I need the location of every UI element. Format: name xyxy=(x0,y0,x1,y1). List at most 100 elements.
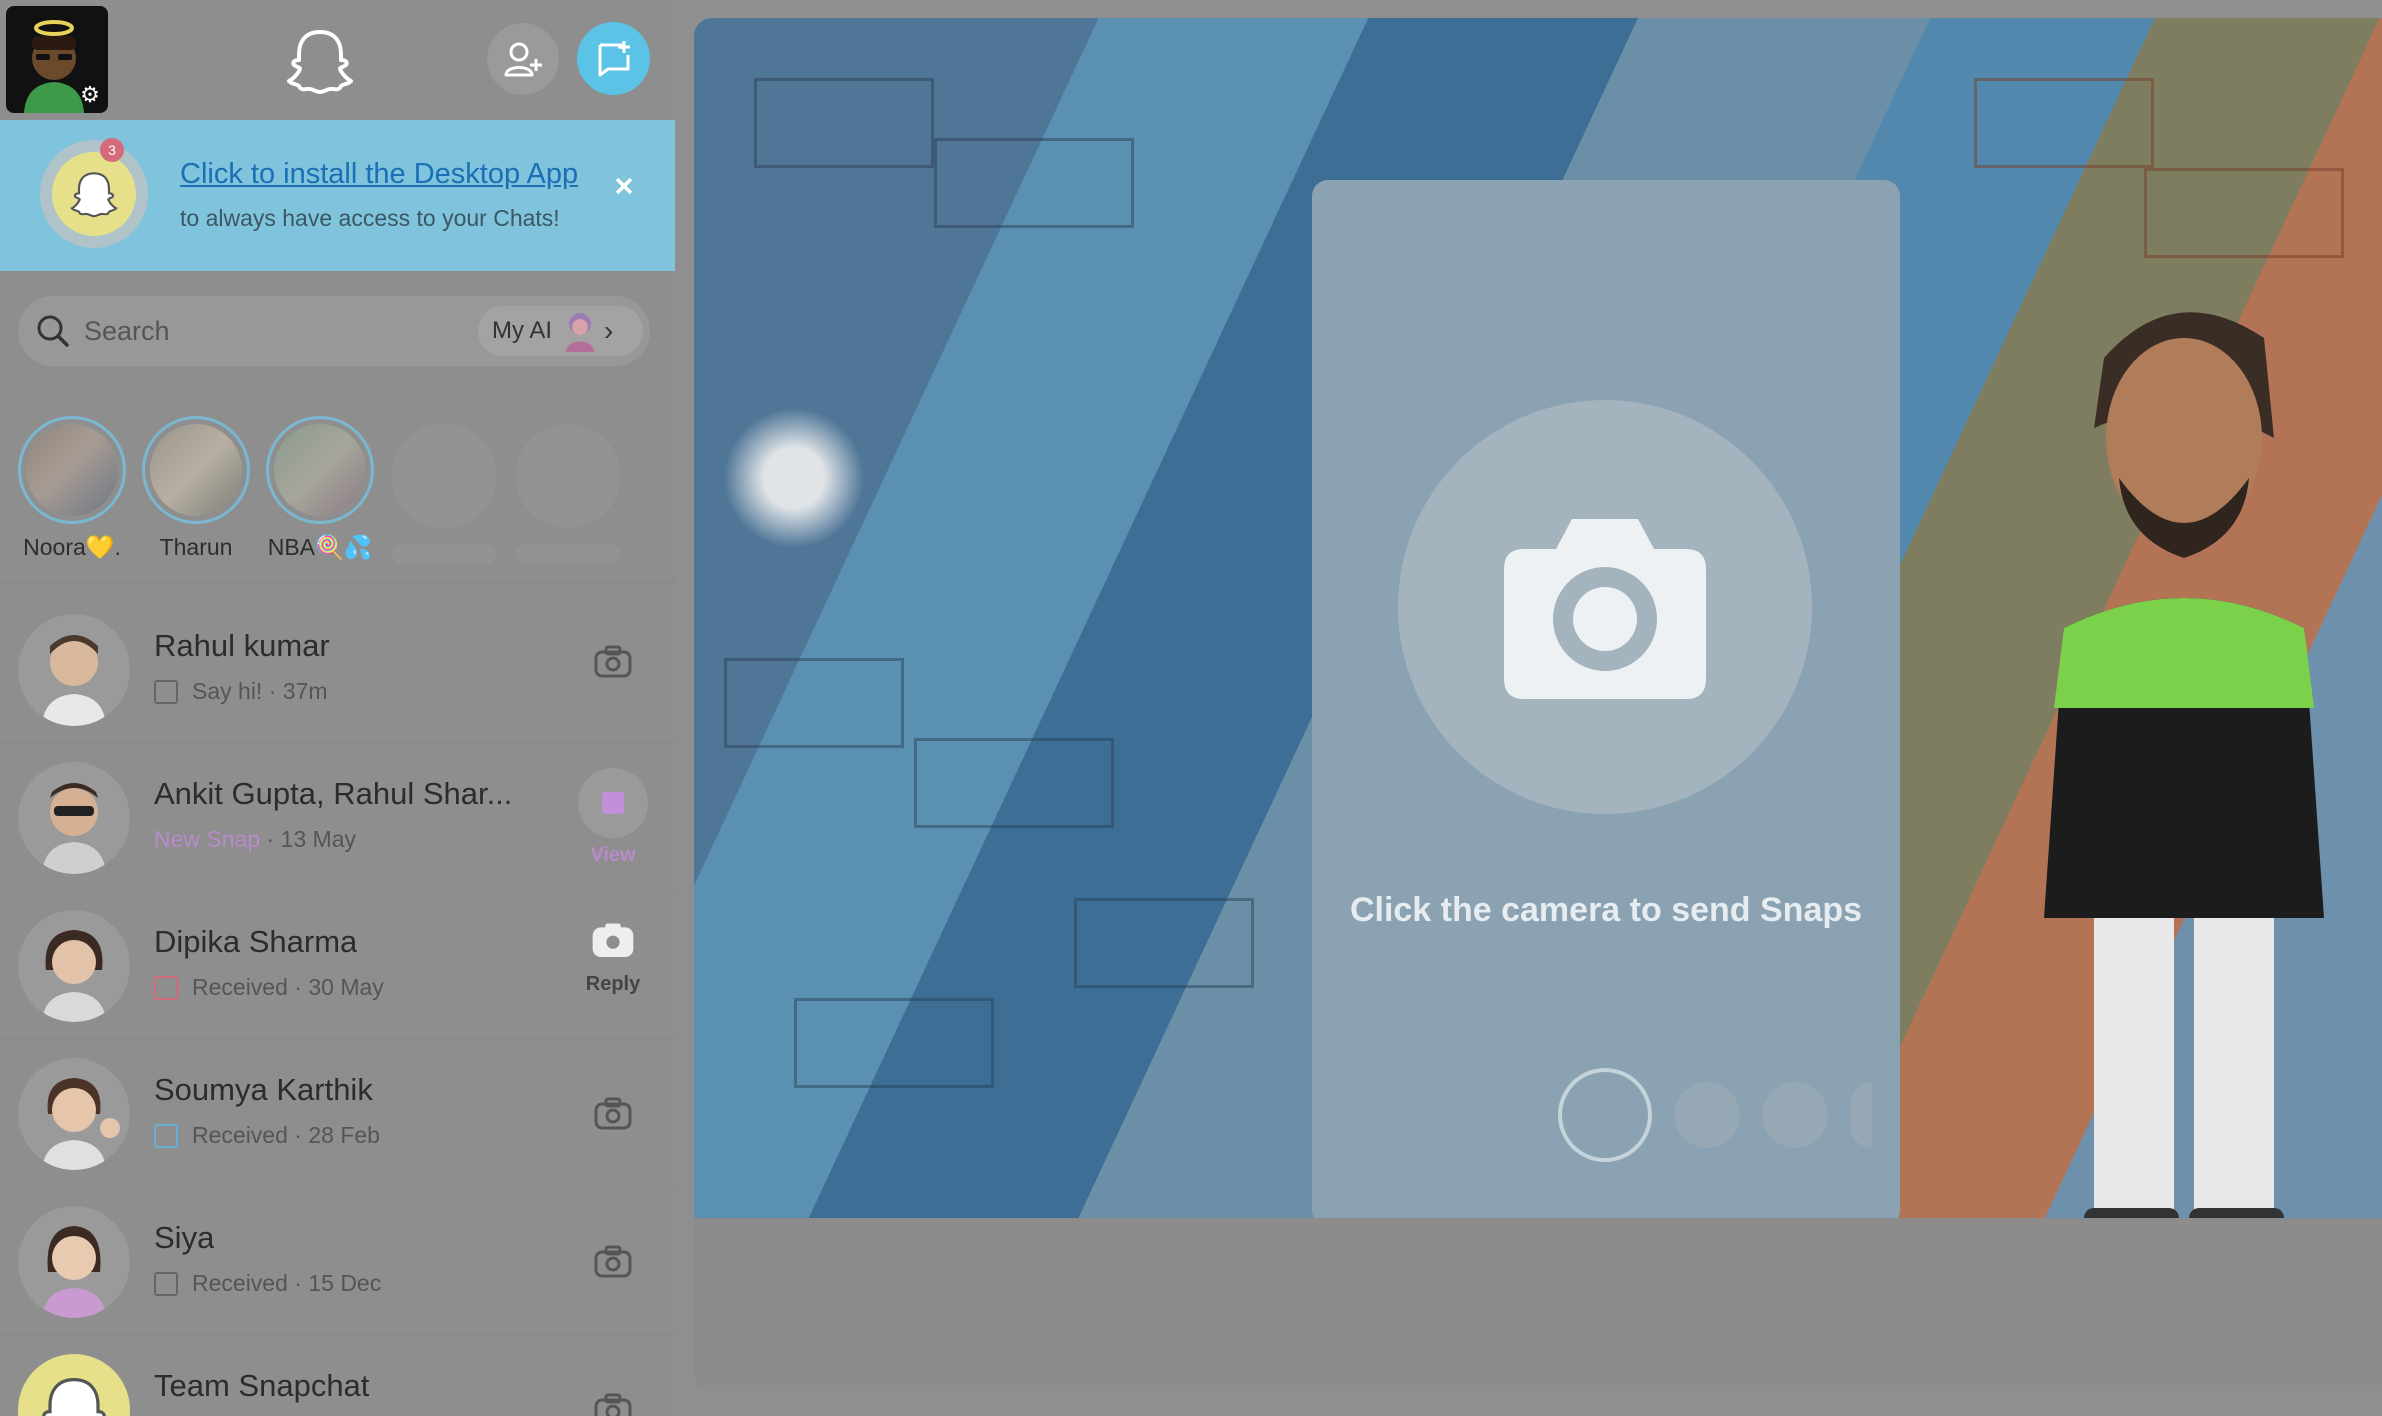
status-time: 30 May xyxy=(308,974,384,1000)
settings-gear-icon[interactable]: ⚙ xyxy=(78,83,102,107)
profile-avatar-button[interactable]: ⚙ xyxy=(6,6,108,113)
chat-name: Ankit Gupta, Rahul Shar... xyxy=(154,776,513,811)
chat-row[interactable]: Dipika Sharma Received · 30 May Reply xyxy=(0,892,675,1040)
reply-label: Reply xyxy=(585,973,641,995)
snapchat-ghost-icon[interactable] xyxy=(285,26,355,96)
my-ai-label: My AI xyxy=(492,317,553,344)
chat-name: Rahul kumar xyxy=(154,628,330,663)
avatar xyxy=(18,614,130,726)
status-text: New Snap xyxy=(154,826,261,852)
avatar xyxy=(18,762,130,874)
install-desktop-link[interactable]: Click to install the Desktop App xyxy=(180,158,578,191)
separator-dot: · xyxy=(287,1270,309,1296)
reply-button[interactable]: Reply xyxy=(575,918,651,996)
separator-dot: · xyxy=(260,826,281,852)
stories-row: Noora💛. Tharun NBA🍭💦 xyxy=(0,398,675,583)
chat-row[interactable]: Siya Received · 15 Dec xyxy=(0,1188,675,1336)
story-name: Tharun xyxy=(159,534,233,560)
chat-name: Siya xyxy=(154,1220,215,1255)
chat-status: Received · 28 Feb xyxy=(154,1122,380,1149)
camera-icon xyxy=(594,1097,632,1130)
chat-status: New Snap · 13 May xyxy=(154,826,356,853)
floor-area xyxy=(694,1218,2382,1391)
separator-dot: · xyxy=(287,1122,309,1148)
camera-hint-text: Click the camera to send Snaps xyxy=(1349,891,1863,929)
chat-status: Received · 15 Dec xyxy=(154,1270,381,1297)
received-snap-icon xyxy=(154,975,178,1000)
camera-reply-button[interactable] xyxy=(575,642,651,687)
chat-name: Soumya Karthik xyxy=(154,1072,373,1107)
lens-item[interactable] xyxy=(1762,1082,1828,1148)
chevron-right-icon: › xyxy=(604,315,614,346)
chat-row[interactable]: Rahul kumar Say hi! · 37m xyxy=(0,596,675,744)
chat-row[interactable]: Ankit Gupta, Rahul Shar... New Snap · 13… xyxy=(0,744,675,892)
camera-icon xyxy=(594,645,632,678)
capture-button[interactable] xyxy=(1398,400,1812,814)
chat-status: Say hi! · 37m xyxy=(154,678,328,705)
chat-status: Received · 30 May xyxy=(154,974,384,1001)
top-bar: ⚙ xyxy=(0,0,675,120)
camera-reply-button[interactable] xyxy=(575,1242,651,1287)
chat-sidebar: ⚙ 3 Click to install the Desktop App to … xyxy=(0,0,675,1416)
story-item[interactable]: Noora💛. xyxy=(17,416,127,561)
status-text: Say hi! xyxy=(192,678,263,704)
status-text: Received xyxy=(192,1270,288,1296)
install-desktop-banner[interactable]: 3 Click to install the Desktop App to al… xyxy=(0,120,675,271)
story-item[interactable]: Tharun xyxy=(141,416,251,561)
camera-reply-button[interactable] xyxy=(575,1094,651,1139)
story-placeholder xyxy=(514,424,622,564)
status-time: 28 Feb xyxy=(308,1122,380,1148)
camera-reply-button[interactable] xyxy=(575,1390,651,1416)
chat-row[interactable]: Team Snapchat xyxy=(0,1336,675,1416)
separator-dot: · xyxy=(287,974,309,1000)
new-snap-icon xyxy=(602,792,624,814)
status-text: Received xyxy=(192,1122,288,1148)
close-icon[interactable] xyxy=(614,176,634,196)
snapchat-ghost-icon xyxy=(40,140,148,248)
chat-row[interactable]: Soumya Karthik Received · 28 Feb xyxy=(0,1040,675,1188)
add-friend-icon xyxy=(504,42,542,77)
camera-icon xyxy=(594,1245,632,1278)
new-chat-button[interactable] xyxy=(577,22,650,95)
chat-name: Team Snapchat xyxy=(154,1368,370,1403)
avatar xyxy=(18,1206,130,1318)
chat-list: Rahul kumar Say hi! · 37m Ankit Gupta, R… xyxy=(0,596,675,1416)
camera-icon xyxy=(594,1393,632,1416)
view-label: View xyxy=(590,844,636,866)
status-time: 13 May xyxy=(280,826,357,852)
story-name: Noora💛. xyxy=(23,534,121,560)
chat-bubble-icon xyxy=(154,679,178,704)
status-time: 15 Dec xyxy=(308,1270,382,1296)
search-icon xyxy=(37,315,69,347)
story-name: NBA🍭💦 xyxy=(267,534,373,560)
lens-item[interactable] xyxy=(1850,1082,1872,1148)
avatar xyxy=(18,1354,130,1416)
lens-item[interactable] xyxy=(1558,1068,1652,1162)
notification-badge: 3 xyxy=(100,138,124,162)
status-time: 37m xyxy=(282,678,328,704)
lens-item[interactable] xyxy=(1674,1082,1740,1148)
bitmoji-character xyxy=(2024,278,2344,1258)
camera-icon xyxy=(1504,519,1706,699)
avatar xyxy=(18,1058,130,1170)
chat-name: Dipika Sharma xyxy=(154,924,358,959)
new-chat-icon xyxy=(598,40,630,76)
view-snap-button[interactable]: View xyxy=(575,768,651,867)
story-ring xyxy=(18,416,126,524)
camera-card: Click the camera to send Snaps xyxy=(1312,180,1900,1226)
camera-icon xyxy=(592,923,634,958)
my-ai-button[interactable]: My AI › xyxy=(478,306,643,356)
story-ring xyxy=(142,416,250,524)
status-text: Received xyxy=(192,974,288,1000)
search-input[interactable] xyxy=(84,296,464,366)
search-bar: My AI › xyxy=(18,296,650,366)
lens-carousel xyxy=(1558,1068,1872,1162)
story-ring xyxy=(266,416,374,524)
camera-panel: Click the camera to send Snaps xyxy=(694,18,2382,1391)
separator-dot: · xyxy=(262,678,283,704)
received-chat-icon xyxy=(154,1271,178,1296)
story-placeholder xyxy=(390,424,498,564)
avatar xyxy=(18,910,130,1022)
add-friend-button[interactable] xyxy=(487,23,559,95)
story-item[interactable]: NBA🍭💦 xyxy=(265,416,375,561)
